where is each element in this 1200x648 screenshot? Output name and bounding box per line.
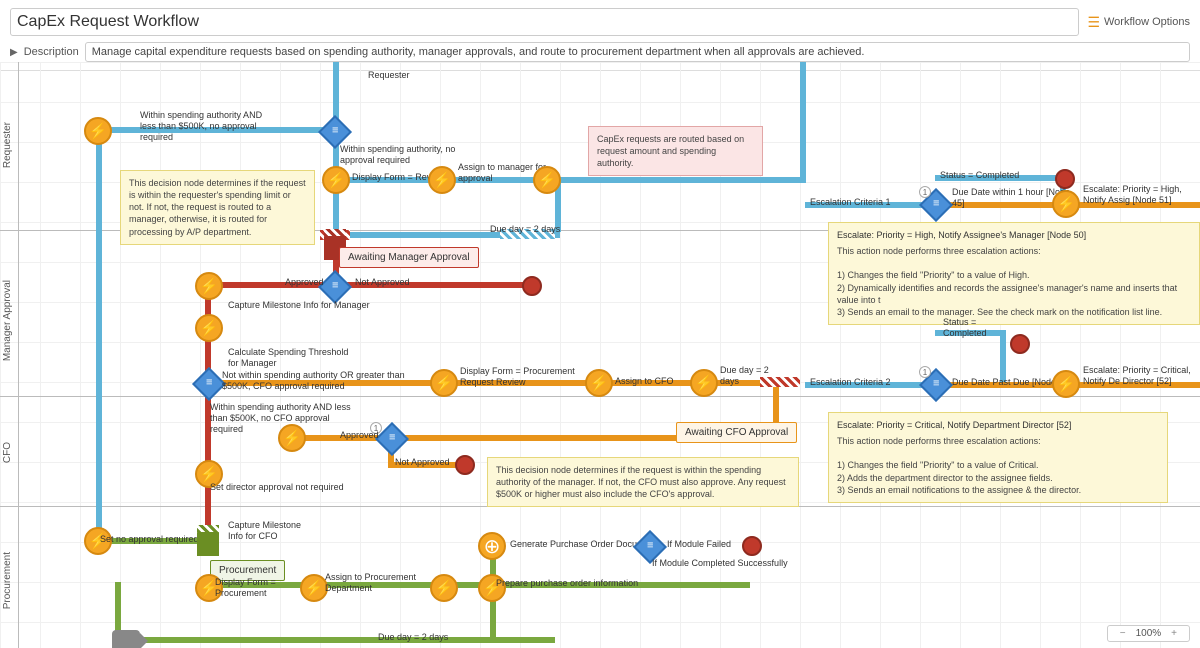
node-label: Requester: [368, 70, 410, 81]
edge-label: If Module Completed Successfully: [652, 558, 788, 569]
description-input[interactable]: [85, 42, 1190, 62]
edge-label: Not within spending authority OR greater…: [222, 370, 432, 392]
node-label: Display Form = Procurement: [215, 577, 285, 599]
zoom-out-button[interactable]: −: [1116, 628, 1130, 639]
end-node[interactable]: [1010, 334, 1030, 354]
state-awaiting-cfo[interactable]: Awaiting CFO Approval: [676, 422, 797, 443]
edge: [96, 140, 102, 540]
zoom-control: − 100% +: [1107, 625, 1190, 642]
note-escalate-50: Escalate: Priority = High, Notify Assign…: [828, 222, 1200, 325]
workflow-canvas[interactable]: Requester Manager Approval CFO Procureme…: [0, 62, 1200, 648]
edge-label: Not Approved: [355, 277, 410, 288]
node-label: Assign to CFO: [615, 376, 674, 387]
edge-label: Due day = 2 days: [720, 365, 770, 387]
edge-label: If Module Failed: [667, 539, 731, 550]
globe-node[interactable]: [478, 532, 506, 560]
node-label: Escalate: Priority = Critical, Notify De…: [1083, 365, 1200, 387]
workflow-options-button[interactable]: ☰ Workflow Options: [1087, 14, 1190, 31]
note-cfo-decision: This decision node determines if the req…: [487, 457, 799, 507]
action-node[interactable]: [300, 574, 328, 602]
description-toggle-icon[interactable]: ▶: [10, 47, 18, 58]
edge-label: Due day = 2 days: [378, 632, 448, 643]
end-node[interactable]: [1055, 169, 1075, 189]
start-node[interactable]: [112, 630, 140, 648]
workflow-title-input[interactable]: [10, 8, 1079, 36]
description-label: Description: [24, 46, 79, 58]
end-node[interactable]: [522, 276, 542, 296]
edge-label: Not Approved: [395, 457, 450, 468]
action-node[interactable]: [195, 314, 223, 342]
badge: 1: [919, 186, 931, 198]
node-label: Escalation Criteria 1: [810, 197, 891, 208]
node-label: Escalation Criteria 2: [810, 377, 891, 388]
node-label: Set director approval not required: [210, 482, 344, 493]
action-node[interactable]: [430, 369, 458, 397]
edge-label: Within spending authority, no approval r…: [340, 144, 460, 166]
node-label: Status = Completed: [943, 317, 998, 339]
edge: [115, 637, 555, 643]
lane-label-manager: Manager Approval: [2, 280, 13, 361]
action-node[interactable]: [322, 166, 350, 194]
action-node[interactable]: [1052, 190, 1080, 218]
lane-label-cfo: CFO: [2, 442, 13, 463]
zoom-level: 100%: [1136, 628, 1162, 639]
edge-label: Approved: [285, 277, 324, 288]
workflow-options-label: Workflow Options: [1104, 16, 1190, 28]
action-node[interactable]: [585, 369, 613, 397]
action-node[interactable]: [195, 272, 223, 300]
state-awaiting-mgr[interactable]: Awaiting Manager Approval: [339, 247, 479, 268]
action-node[interactable]: [430, 574, 458, 602]
badge: 1: [919, 366, 931, 378]
node-label: Status = Completed: [940, 170, 1019, 181]
action-node[interactable]: [533, 166, 561, 194]
lane-border-left: [18, 62, 19, 648]
end-node[interactable]: [455, 455, 475, 475]
action-node[interactable]: [690, 369, 718, 397]
lane-label-requester: Requester: [2, 122, 13, 168]
note-routing: CapEx requests are routed based on reque…: [588, 126, 763, 176]
end-node[interactable]: [742, 536, 762, 556]
edge-label: Due day = 2 days: [490, 224, 560, 235]
node-label: Display Form = Procurement Request Revie…: [460, 366, 600, 388]
list-icon: ☰: [1087, 14, 1100, 31]
action-node[interactable]: [428, 166, 456, 194]
node-label: Prepare purchase order information: [496, 578, 638, 589]
procure-node[interactable]: [197, 530, 219, 556]
edge: [800, 62, 806, 183]
note-escalate-52: Escalate: Priority = Critical, Notify De…: [828, 412, 1168, 503]
node-label: Assign to Procurement Department: [325, 572, 420, 594]
edge-label: Within spending authority AND less than …: [140, 110, 280, 142]
edge-label: Approved: [340, 430, 379, 441]
node-label: Capture Milestone Info for CFO: [228, 520, 308, 542]
zoom-in-button[interactable]: +: [1167, 628, 1181, 639]
action-node[interactable]: [1052, 370, 1080, 398]
node-label: Capture Milestone Info for Manager: [228, 300, 370, 311]
action-node[interactable]: [84, 117, 112, 145]
action-node[interactable]: [278, 424, 306, 452]
note-requester-decision: This decision node determines if the req…: [120, 170, 315, 245]
node-label: Calculate Spending Threshold for Manager: [228, 347, 358, 369]
node-label: Set no approval required: [100, 534, 199, 545]
node-label: Escalate: Priority = High, Notify Assig …: [1083, 184, 1200, 206]
lane-label-procurement: Procurement: [2, 552, 13, 609]
